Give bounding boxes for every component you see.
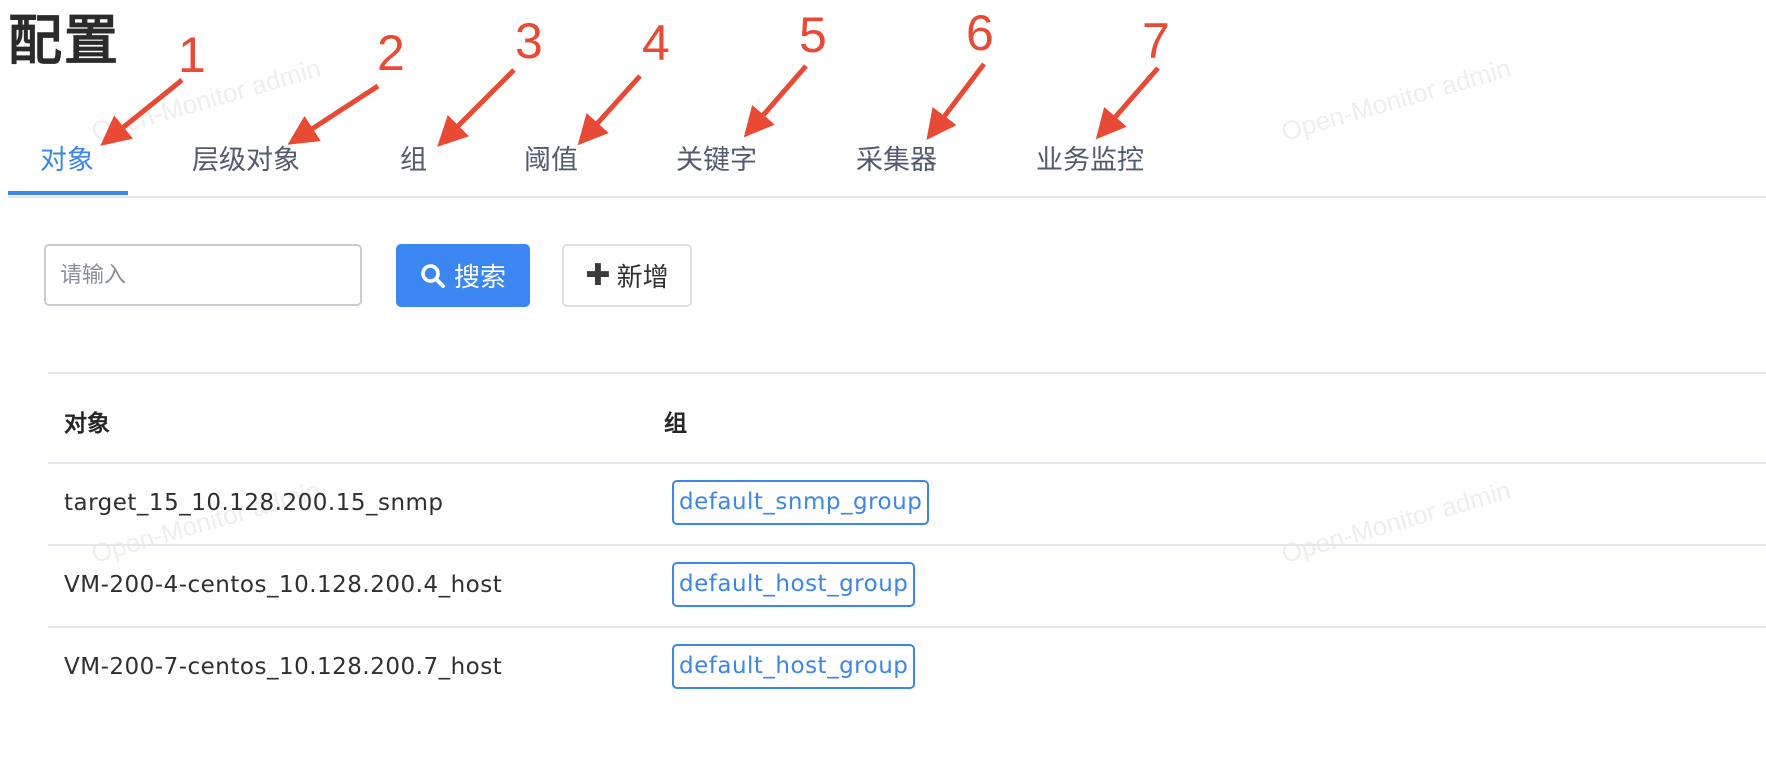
- annotation-number: 5: [799, 7, 827, 63]
- search-input[interactable]: [44, 244, 362, 306]
- annotation-number: 2: [377, 25, 405, 81]
- annotation-number: 7: [1142, 13, 1170, 69]
- tab-keywords[interactable]: 关键字: [676, 138, 757, 188]
- tab-hierarchy-objects[interactable]: 层级对象: [192, 138, 300, 188]
- add-button-label: 新增: [616, 263, 669, 293]
- annotation-arrow: [577, 74, 642, 146]
- column-header-object: 对象: [64, 411, 110, 437]
- annotation-number: 3: [515, 13, 543, 69]
- active-tab-indicator: [8, 191, 128, 195]
- table-row: target_15_10.128.200.15_snmp default_snm…: [48, 464, 1766, 546]
- tab-bar: 对象 层级对象 组 阈值 关键字 采集器 业务监控: [8, 128, 1766, 198]
- object-name: VM-200-7-centos_10.128.200.7_host: [64, 654, 503, 680]
- annotation-arrow: [1095, 66, 1160, 140]
- object-name: VM-200-4-centos_10.128.200.4_host: [64, 572, 503, 598]
- table-header: 对象 组: [48, 372, 1766, 464]
- object-name: target_15_10.128.200.15_snmp: [64, 490, 444, 516]
- annotation-number: 1: [178, 27, 206, 83]
- annotation-arrow: [743, 64, 808, 138]
- search-icon: [421, 263, 445, 288]
- tab-groups[interactable]: 组: [400, 138, 427, 188]
- add-button[interactable]: ✚ 新增: [562, 244, 692, 307]
- search-button-label: 搜索: [453, 263, 506, 293]
- group-tag[interactable]: default_snmp_group: [672, 480, 930, 525]
- page-title: 配置: [8, 9, 120, 72]
- objects-table: 对象 组 target_15_10.128.200.15_snmp defaul…: [48, 372, 1766, 708]
- annotation-arrow: [926, 62, 986, 140]
- annotation-number: 6: [966, 5, 994, 61]
- column-header-group: 组: [664, 411, 687, 437]
- plus-icon: ✚: [585, 257, 611, 293]
- tab-thresholds[interactable]: 阈值: [524, 138, 578, 188]
- table-row: VM-200-7-centos_10.128.200.7_host defaul…: [48, 628, 1766, 708]
- group-tag[interactable]: default_host_group: [672, 562, 916, 607]
- annotation-number: 4: [642, 15, 670, 71]
- table-row: VM-200-4-centos_10.128.200.4_host defaul…: [48, 546, 1766, 628]
- group-tag[interactable]: default_host_group: [672, 644, 916, 689]
- tab-business-monitoring[interactable]: 业务监控: [1036, 138, 1144, 188]
- tab-collectors[interactable]: 采集器: [856, 138, 937, 188]
- search-button[interactable]: 搜索: [396, 244, 530, 307]
- tab-objects[interactable]: 对象: [40, 138, 94, 188]
